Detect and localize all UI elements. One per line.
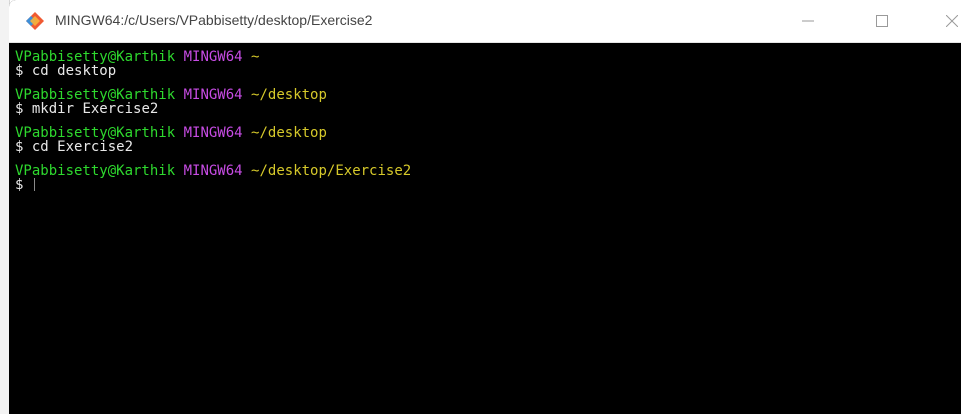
title-bar[interactable]: MINGW64:/c/Users/VPabbisetty/desktop/Exe… — [9, 0, 961, 43]
prompt-system: MINGW64 — [183, 125, 243, 141]
command-text: cd Exercise2 — [31, 139, 134, 155]
screenshot-frame: MINGW64:/c/Users/VPabbisetty/desktop/Exe… — [0, 0, 961, 414]
terminal-output[interactable]: VPabbisetty@Karthik MINGW64 ~ $ cd deskt… — [9, 50, 961, 414]
prompt-block-current: VPabbisetty@Karthik MINGW64 ~/desktop/Ex… — [9, 164, 961, 192]
prompt-system: MINGW64 — [183, 49, 243, 65]
minimize-button[interactable] — [785, 0, 831, 42]
prompt-block: VPabbisetty@Karthik MINGW64 ~/desktop $ … — [9, 126, 961, 154]
command-text: mkdir Exercise2 — [31, 101, 159, 117]
prompt-path: ~/desktop/Exercise2 — [251, 163, 412, 179]
prompt-path: ~/desktop — [251, 125, 327, 141]
prompt-symbol: $ — [15, 139, 24, 155]
window-title: MINGW64:/c/Users/VPabbisetty/desktop/Exe… — [55, 12, 373, 28]
minimize-icon — [802, 20, 814, 22]
prompt-block: VPabbisetty@Karthik MINGW64 ~/desktop $ … — [9, 88, 961, 116]
text-cursor — [33, 178, 35, 191]
close-icon — [946, 15, 958, 27]
prompt-block: VPabbisetty@Karthik MINGW64 ~ $ cd deskt… — [9, 50, 961, 78]
git-bash-diamond-icon — [26, 12, 44, 30]
prompt-system: MINGW64 — [183, 163, 243, 179]
maximize-button[interactable] — [859, 0, 905, 42]
prompt-system: MINGW64 — [183, 87, 243, 103]
prompt-path: ~ — [251, 49, 260, 65]
maximize-icon — [876, 15, 888, 27]
prompt-symbol: $ — [15, 63, 24, 79]
prompt-symbol: $ — [15, 101, 24, 117]
command-text: cd desktop — [31, 63, 117, 79]
prompt-user: VPabbisetty@Karthik — [15, 163, 176, 179]
prompt-symbol: $ — [15, 177, 24, 193]
prompt-path: ~/desktop — [251, 87, 327, 103]
git-bash-window: MINGW64:/c/Users/VPabbisetty/desktop/Exe… — [9, 0, 961, 414]
close-button[interactable] — [929, 0, 961, 42]
